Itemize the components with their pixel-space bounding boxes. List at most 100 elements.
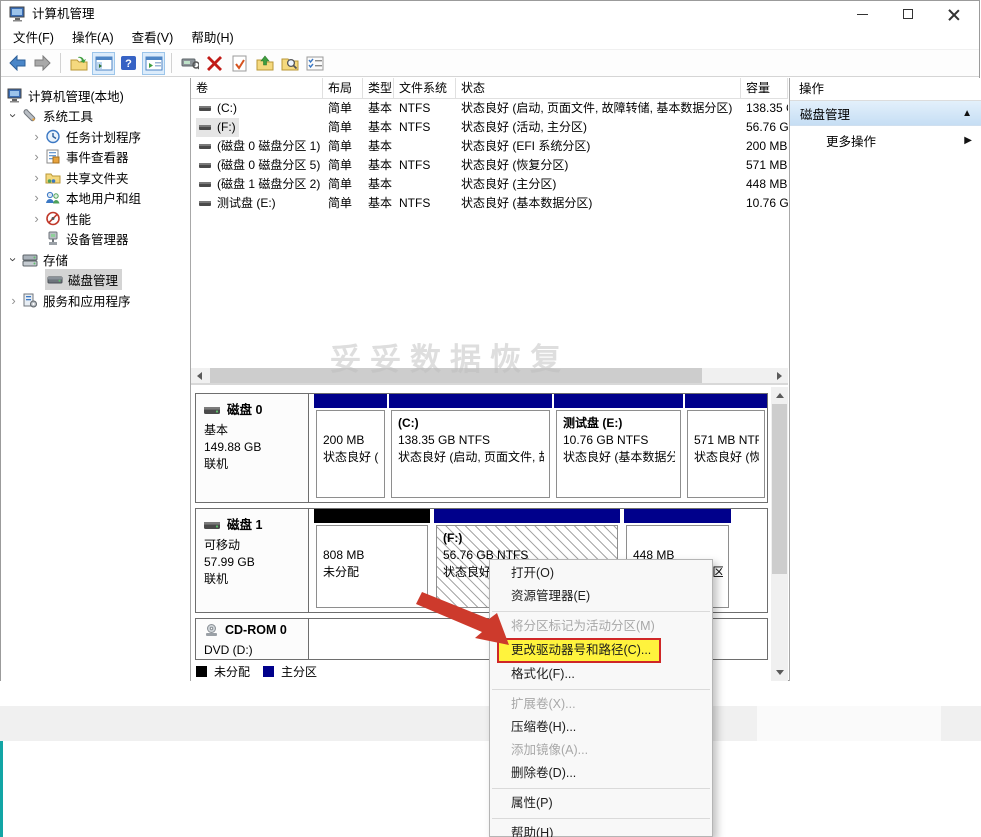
- chevron-collapsed-icon[interactable]: ›: [28, 149, 45, 164]
- menu-view[interactable]: 查看(V): [123, 27, 183, 49]
- help-icon[interactable]: ?: [117, 52, 140, 75]
- scroll-down-icon[interactable]: [771, 665, 788, 680]
- scrollbar-thumb[interactable]: [210, 368, 702, 383]
- col-volume[interactable]: 卷: [191, 78, 323, 98]
- console-tree: 计算机管理(本地) › 系统工具 › 任务计划程序 › 事件查看器 › 共享文件…: [1, 78, 191, 681]
- volume-icon: [199, 181, 212, 188]
- tree-item-performance[interactable]: › 性能: [1, 208, 190, 229]
- tree-item-shared-folders[interactable]: › 共享文件夹: [1, 167, 190, 188]
- tree-item-services-applications[interactable]: › 服务和应用程序: [1, 290, 190, 311]
- chevron-expanded-icon[interactable]: ›: [6, 251, 21, 268]
- shared-folder-icon: [45, 170, 61, 185]
- disk-icon: [204, 406, 221, 415]
- storage-icon: [22, 252, 38, 267]
- chevron-collapsed-icon[interactable]: ›: [28, 211, 45, 226]
- menu-shrink-volume[interactable]: 压缩卷(H)...: [490, 716, 712, 739]
- tree-item-local-users-groups[interactable]: › 本地用户和组: [1, 188, 190, 209]
- tree-item-computer-management[interactable]: 计算机管理(本地): [1, 85, 190, 106]
- partition-c[interactable]: (C:)138.35 GB NTFS状态良好 (启动, 页面文件, 故障转储, …: [389, 394, 552, 502]
- partition-header: [434, 509, 620, 523]
- tree-item-device-manager[interactable]: 设备管理器: [1, 229, 190, 250]
- volume-row-e[interactable]: 测试盘 (E:) 简单 基本 NTFS 状态良好 (基本数据分区) 10.76 …: [191, 194, 788, 213]
- legend-primary-swatch: [263, 666, 274, 677]
- menu-help[interactable]: 帮助(H): [182, 27, 242, 49]
- volume-row-c[interactable]: (C:) 简单 基本 NTFS 状态良好 (启动, 页面文件, 故障转储, 基本…: [191, 99, 788, 118]
- device-icon[interactable]: [178, 52, 201, 75]
- search-folder-icon[interactable]: [278, 52, 301, 75]
- partition-header: [624, 509, 731, 523]
- menu-format[interactable]: 格式化(F)...: [490, 663, 712, 686]
- export-list-icon[interactable]: [67, 52, 90, 75]
- vertical-scrollbar[interactable]: [771, 387, 788, 681]
- more-actions-item[interactable]: 更多操作 ▶: [790, 126, 981, 154]
- menu-add-mirror: 添加镜像(A)...: [490, 739, 712, 762]
- menu-help[interactable]: 帮助(H): [490, 822, 712, 837]
- col-capacity[interactable]: 容量: [741, 78, 788, 98]
- chevron-collapsed-icon[interactable]: ›: [5, 293, 22, 308]
- disk1-label[interactable]: 磁盘 1 可移动 57.99 GB 联机: [196, 509, 309, 612]
- delete-icon[interactable]: [203, 52, 226, 75]
- actions-pane: 操作 磁盘管理 ▲ 更多操作 ▶: [789, 78, 981, 681]
- tree-item-disk-management[interactable]: 磁盘管理: [1, 270, 190, 291]
- scroll-up-icon[interactable]: [771, 388, 788, 403]
- upload-folder-icon[interactable]: [253, 52, 276, 75]
- check-document-icon[interactable]: [228, 52, 251, 75]
- console-tree-icon[interactable]: [92, 52, 115, 75]
- forward-icon[interactable]: [31, 52, 54, 75]
- tree-item-task-scheduler[interactable]: › 任务计划程序: [1, 126, 190, 147]
- tree-label: 系统工具: [43, 106, 93, 125]
- tree-label: 服务和应用程序: [43, 291, 131, 310]
- partition-efi[interactable]: 200 MB状态良好 (EFI 系统分区): [314, 394, 387, 502]
- users-icon: [45, 190, 61, 205]
- back-icon[interactable]: [6, 52, 29, 75]
- title-bar: 计算机管理: [1, 1, 979, 27]
- scroll-left-icon[interactable]: [191, 368, 208, 383]
- chevron-collapsed-icon[interactable]: ›: [28, 170, 45, 185]
- menu-explorer[interactable]: 资源管理器(E): [490, 585, 712, 608]
- tree-item-system-tools[interactable]: › 系统工具: [1, 106, 190, 127]
- task-list-icon[interactable]: [303, 52, 326, 75]
- partition-header: [314, 394, 387, 408]
- chevron-collapsed-icon[interactable]: ›: [28, 190, 45, 205]
- action-pane-icon[interactable]: [142, 52, 165, 75]
- menu-properties[interactable]: 属性(P): [490, 792, 712, 815]
- chevron-collapsed-icon[interactable]: ›: [28, 129, 45, 144]
- menu-open[interactable]: 打开(O): [490, 562, 712, 585]
- tree-item-event-viewer[interactable]: › 事件查看器: [1, 147, 190, 168]
- partition-e[interactable]: 测试盘 (E:)10.76 GB NTFS状态良好 (基本数据分区): [554, 394, 683, 502]
- col-filesystem[interactable]: 文件系统: [394, 78, 456, 98]
- scroll-right-icon[interactable]: [771, 368, 788, 383]
- volume-row-disk1-part2[interactable]: (磁盘 1 磁盘分区 2) 简单 基本 状态良好 (主分区) 448 MB: [191, 175, 788, 194]
- tree-item-storage[interactable]: › 存储: [1, 249, 190, 270]
- col-status[interactable]: 状态: [456, 78, 741, 98]
- menu-change-drive-letter[interactable]: 更改驱动器号和路径(C)...: [497, 638, 661, 663]
- maximize-button[interactable]: [885, 1, 931, 27]
- col-type[interactable]: 类型: [363, 78, 394, 98]
- disk0-label[interactable]: 磁盘 0 基本 149.88 GB 联机: [196, 394, 309, 502]
- partition-unallocated[interactable]: 808 MB未分配: [314, 509, 430, 612]
- menu-file[interactable]: 文件(F): [4, 27, 63, 49]
- volume-row-disk0-part5[interactable]: (磁盘 0 磁盘分区 5) 简单 基本 NTFS 状态良好 (恢复分区) 571…: [191, 156, 788, 175]
- menu-delete-volume[interactable]: 删除卷(D)...: [490, 762, 712, 785]
- cdrom-label[interactable]: CD-ROM 0 DVD (D:): [196, 619, 309, 659]
- horizontal-scrollbar[interactable]: [191, 368, 788, 385]
- tree-label: 共享文件夹: [66, 168, 129, 187]
- chevron-expanded-icon[interactable]: ›: [6, 107, 21, 124]
- volume-row-f[interactable]: (F:) 简单 基本 NTFS 状态良好 (活动, 主分区) 56.76 G: [191, 118, 788, 137]
- tree-label: 本地用户和组: [66, 188, 141, 207]
- volume-row-disk0-part1[interactable]: (磁盘 0 磁盘分区 1) 简单 基本 状态良好 (EFI 系统分区) 200 …: [191, 137, 788, 156]
- close-button[interactable]: [931, 1, 977, 27]
- actions-section-disk-management[interactable]: 磁盘管理 ▲: [790, 101, 981, 126]
- menu-action[interactable]: 操作(A): [63, 27, 123, 49]
- col-layout[interactable]: 布局: [323, 78, 363, 98]
- tree-label: 任务计划程序: [66, 127, 141, 146]
- minimize-button[interactable]: [839, 1, 885, 27]
- partition-header: [685, 394, 767, 408]
- collapse-icon[interactable]: ▲: [962, 108, 972, 119]
- partition-recovery[interactable]: 571 MB NTFS状态良好 (恢复分区): [685, 394, 767, 502]
- tree-label: 设备管理器: [66, 229, 129, 248]
- volume-icon: [199, 143, 212, 150]
- scrollbar-thumb[interactable]: [772, 404, 787, 574]
- event-viewer-icon: [45, 149, 61, 164]
- menu-extend-volume: 扩展卷(X)...: [490, 693, 712, 716]
